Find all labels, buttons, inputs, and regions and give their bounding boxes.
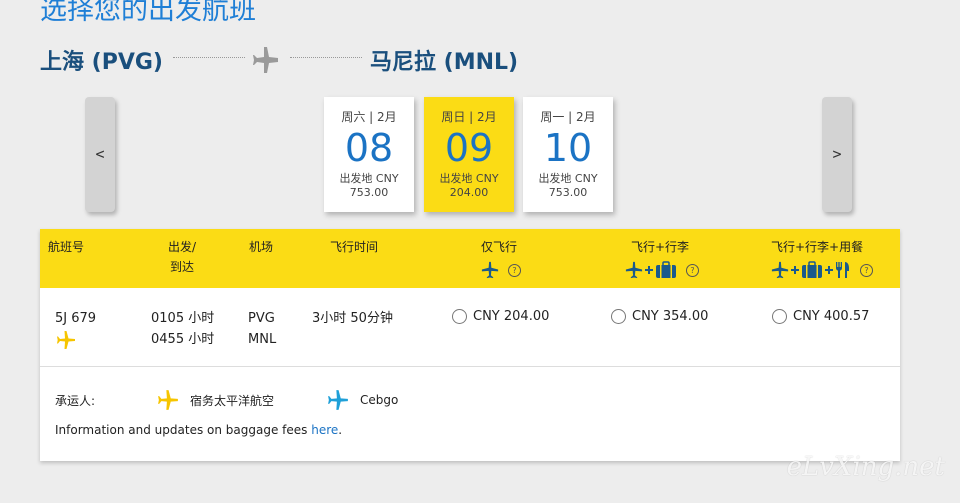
luggage-icon bbox=[802, 261, 822, 278]
header-airport: 机场 bbox=[249, 240, 274, 254]
fare-flight-only-icons: ? bbox=[481, 259, 521, 281]
date-weekday: 周一 | 2月 bbox=[540, 110, 596, 124]
date-card-10[interactable]: 周一 | 2月 10 出发地 CNY 753.00 bbox=[523, 97, 613, 212]
arrive-time: 0455 小时 bbox=[151, 332, 215, 347]
baggage-info-link[interactable]: here bbox=[311, 423, 338, 437]
depart-time: 0105 小时 bbox=[151, 311, 215, 326]
arrive-airport: MNL bbox=[248, 332, 277, 347]
date-price: 753.00 bbox=[349, 186, 389, 199]
depart-airport: PVG bbox=[248, 311, 275, 326]
fare-flight-bag-meal-icons: ? bbox=[771, 259, 873, 281]
date-price: 204.00 bbox=[449, 186, 489, 199]
date-from-label: 出发地 CNY bbox=[439, 172, 499, 185]
airplane-icon bbox=[253, 47, 278, 73]
carrier-label: 承运人: bbox=[55, 394, 96, 408]
carrier-cebu-pacific: 宿务太平洋航空 bbox=[156, 389, 274, 411]
origin-city: 上海 (PVG) bbox=[40, 50, 163, 75]
carrier-name: 宿务太平洋航空 bbox=[190, 393, 275, 408]
plus-icon bbox=[825, 266, 833, 274]
airplane-icon bbox=[625, 261, 643, 279]
baggage-info-suffix: . bbox=[338, 423, 343, 437]
help-icon[interactable]: ? bbox=[686, 263, 699, 277]
fare-flight-only-option[interactable]: CNY 204.00 bbox=[452, 309, 549, 324]
date-from-label: 出发地 CNY bbox=[339, 172, 399, 185]
carrier-cebgo: Cebgo bbox=[326, 389, 398, 411]
flight-number: 5J 679 bbox=[55, 311, 97, 326]
watermark: eLvXing.net bbox=[786, 452, 945, 482]
header-fare-flight-bag-meal: 飞行+行李+用餐 bbox=[771, 240, 864, 254]
cebu-pacific-plane-icon bbox=[57, 331, 75, 349]
header-fare-flight-bag: 飞行+行李 bbox=[631, 240, 690, 254]
route-divider-left bbox=[173, 57, 245, 58]
prev-date-button[interactable]: < bbox=[85, 97, 115, 212]
date-card-08[interactable]: 周六 | 2月 08 出发地 CNY 753.00 bbox=[324, 97, 414, 212]
help-icon[interactable]: ? bbox=[860, 263, 873, 277]
cebu-pacific-plane-icon bbox=[158, 390, 178, 410]
fare-flight-only-price: CNY 204.00 bbox=[473, 309, 550, 324]
fare-flight-bag-option[interactable]: CNY 354.00 bbox=[611, 309, 708, 324]
fare-flight-bag-price: CNY 354.00 bbox=[632, 309, 709, 324]
baggage-info: Information and updates on baggage fees … bbox=[55, 423, 342, 437]
header-fare-flight-only: 仅飞行 bbox=[481, 240, 518, 254]
date-price: 753.00 bbox=[548, 186, 588, 199]
destination-city: 马尼拉 (MNL) bbox=[370, 50, 519, 75]
fare-flight-only-radio[interactable] bbox=[452, 309, 467, 324]
date-card-09[interactable]: 周日 | 2月 09 出发地 CNY 204.00 bbox=[424, 97, 514, 212]
next-date-button[interactable]: > bbox=[822, 97, 852, 212]
luggage-icon bbox=[656, 261, 676, 278]
plus-icon bbox=[791, 266, 799, 274]
airplane-icon bbox=[771, 261, 789, 279]
baggage-info-text: Information and updates on baggage fees bbox=[55, 423, 312, 437]
fare-flight-bag-icons: ? bbox=[625, 259, 699, 281]
fare-flight-bag-radio[interactable] bbox=[611, 309, 626, 324]
header-arrive: 到达 bbox=[170, 260, 195, 274]
header-flight-no: 航班号 bbox=[48, 240, 85, 254]
date-from-label: 出发地 CNY bbox=[538, 172, 598, 185]
date-day: 10 bbox=[543, 126, 593, 170]
fare-flight-bag-meal-option[interactable]: CNY 400.57 bbox=[772, 309, 869, 324]
fare-flight-bag-meal-radio[interactable] bbox=[772, 309, 787, 324]
header-duration: 飞行时间 bbox=[330, 240, 379, 254]
date-weekday: 周日 | 2月 bbox=[441, 110, 497, 124]
date-weekday: 周六 | 2月 bbox=[341, 110, 397, 124]
fare-flight-bag-meal-price: CNY 400.57 bbox=[793, 309, 870, 324]
meal-icon bbox=[836, 262, 849, 278]
date-day: 09 bbox=[444, 126, 494, 170]
date-day: 08 bbox=[344, 126, 394, 170]
route-divider-right bbox=[290, 57, 362, 58]
plus-icon bbox=[645, 266, 653, 274]
flight-row: 5J 679 0105 小时 0455 小时 PVG MNL 3小时 50分钟 … bbox=[40, 288, 900, 367]
page-title: 选择您的出发航班 bbox=[40, 0, 256, 26]
flight-table: 航班号 出发/ 到达 机场 飞行时间 仅飞行 ? 飞行+行李 ? 飞行+行李+用… bbox=[40, 229, 900, 461]
help-icon[interactable]: ? bbox=[508, 263, 521, 277]
carrier-name: Cebgo bbox=[360, 393, 399, 407]
header-depart-arrive: 出发/ 到达 bbox=[168, 238, 196, 275]
flight-duration: 3小时 50分钟 bbox=[312, 311, 393, 326]
cebgo-plane-icon bbox=[328, 390, 348, 410]
header-depart: 出发/ bbox=[168, 240, 197, 254]
airplane-icon bbox=[481, 261, 499, 279]
table-header: 航班号 出发/ 到达 机场 飞行时间 仅飞行 ? 飞行+行李 ? 飞行+行李+用… bbox=[40, 229, 900, 288]
